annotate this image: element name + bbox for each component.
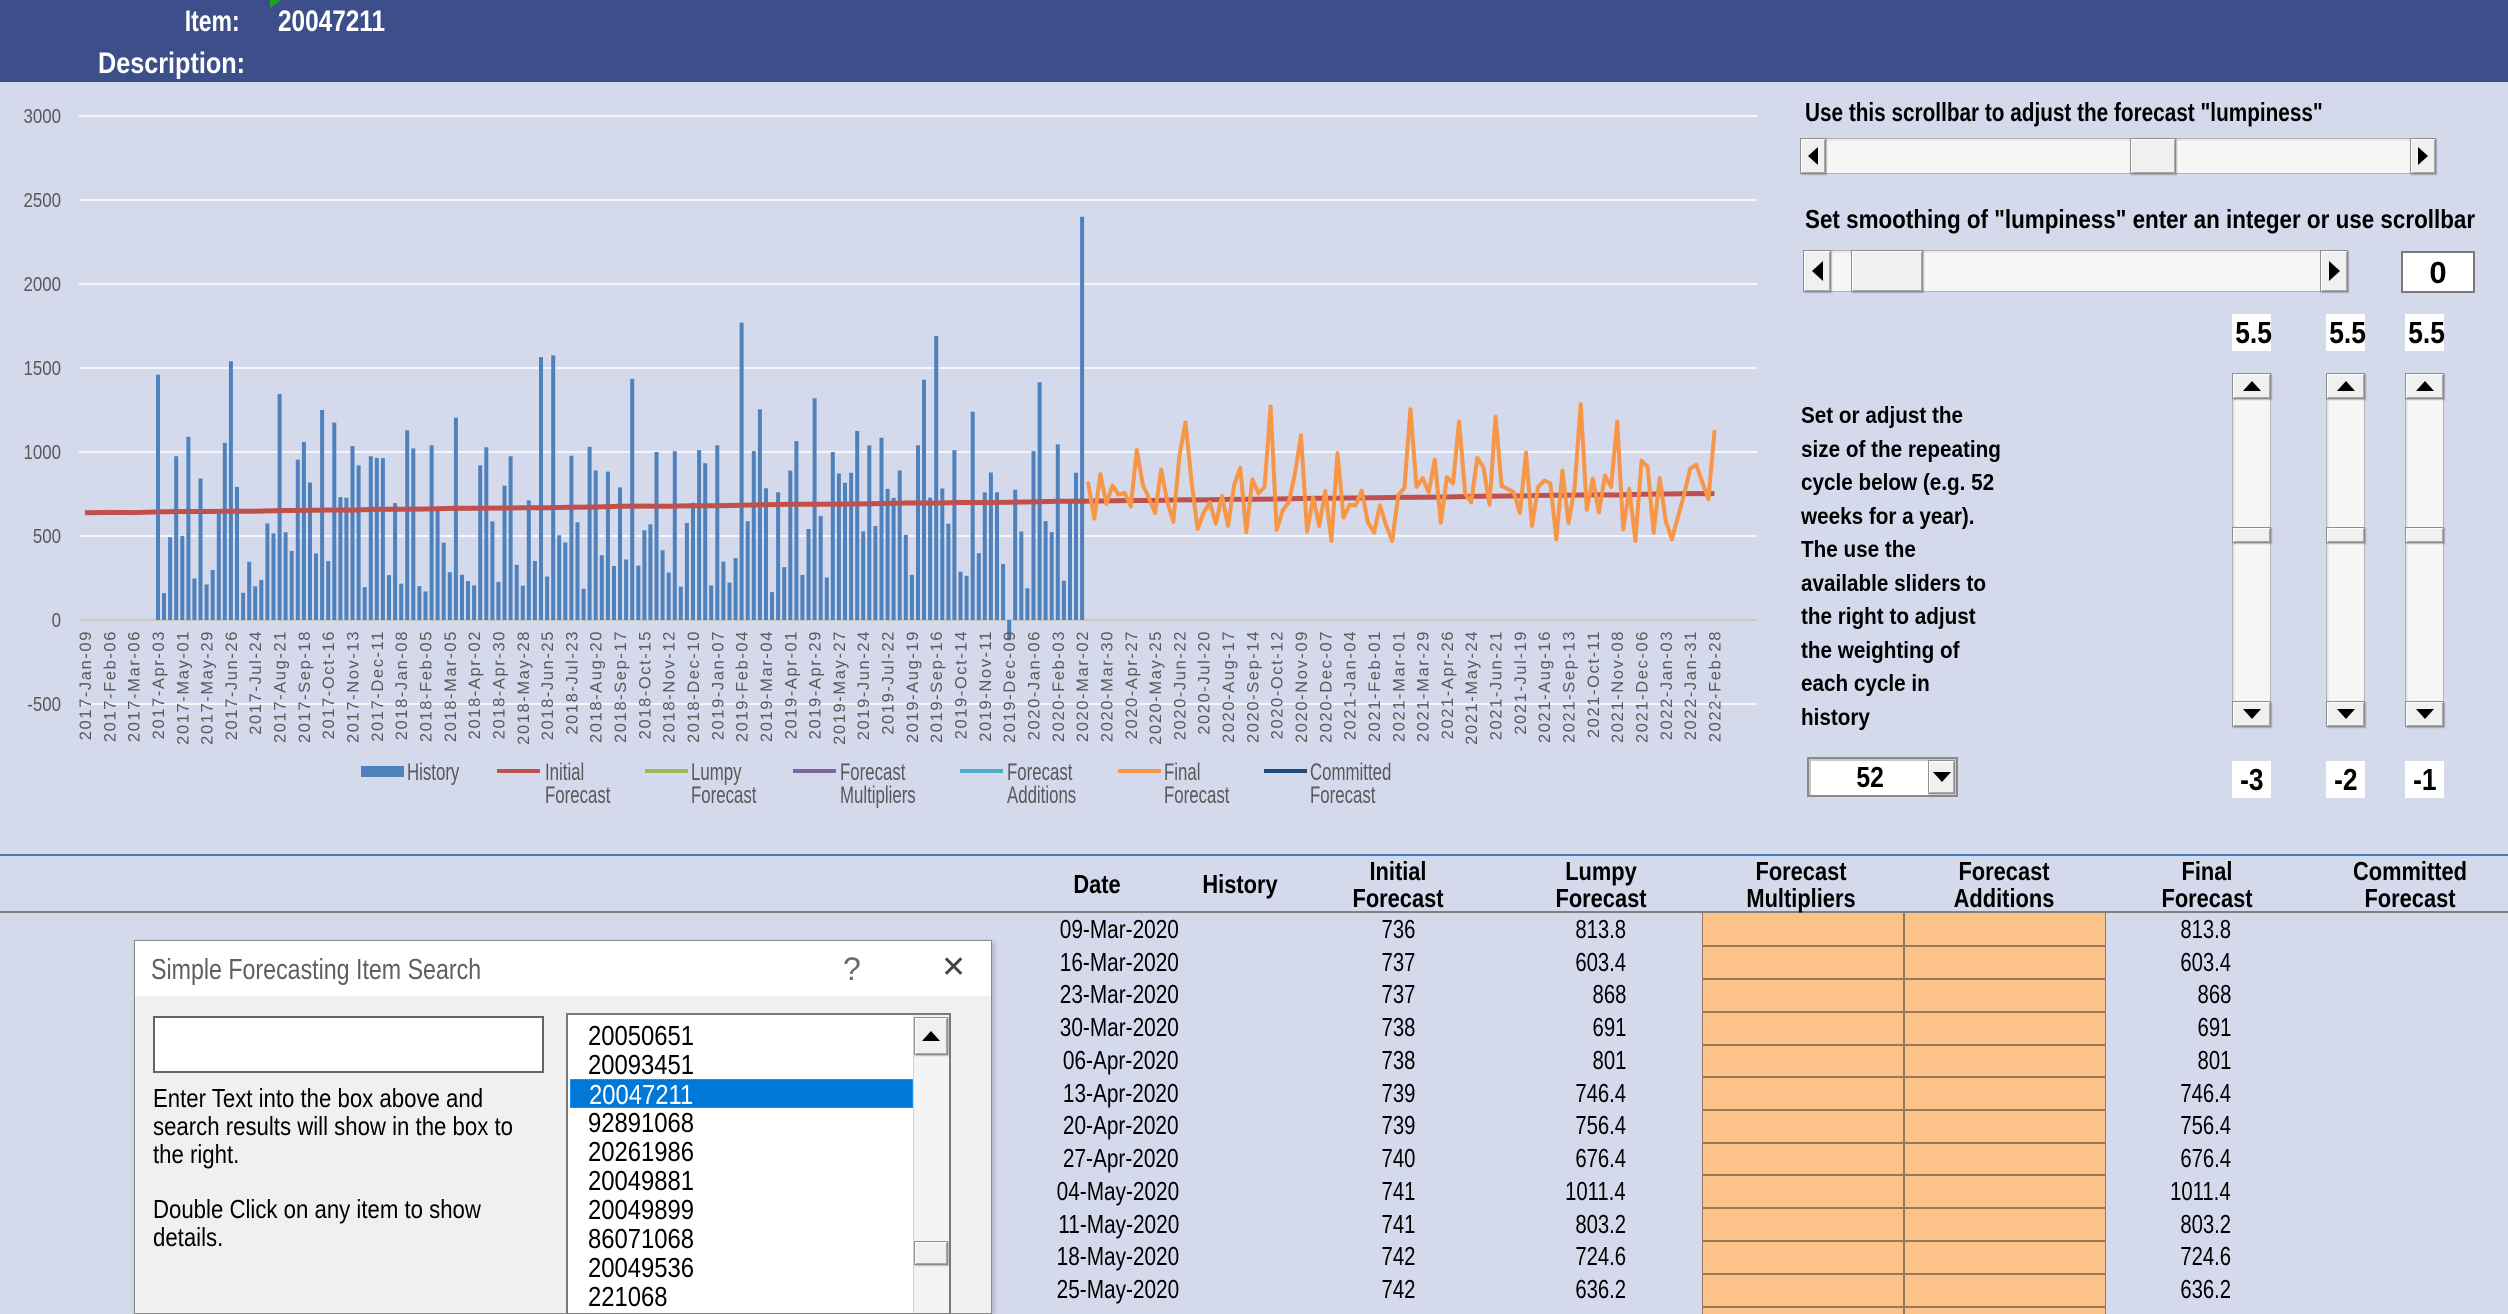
svg-text:2020-Dec-07: 2020-Dec-07 <box>1317 630 1335 743</box>
svg-text:2020-Feb-03: 2020-Feb-03 <box>1050 630 1068 742</box>
svg-text:2020-Mar-02: 2020-Mar-02 <box>1074 630 1092 742</box>
svg-text:1000: 1000 <box>24 441 61 464</box>
svg-text:2019-Feb-04: 2019-Feb-04 <box>734 630 752 742</box>
svg-text:2021-Mar-29: 2021-Mar-29 <box>1415 630 1433 742</box>
svg-text:2020-Nov-09: 2020-Nov-09 <box>1293 630 1311 743</box>
svg-text:500: 500 <box>33 525 61 548</box>
svg-text:2017-Mar-06: 2017-Mar-06 <box>126 630 144 742</box>
svg-text:2017-Feb-06: 2017-Feb-06 <box>101 630 119 742</box>
svg-text:2021-Jan-04: 2021-Jan-04 <box>1342 630 1360 740</box>
svg-text:2022-Feb-28: 2022-Feb-28 <box>1706 630 1724 742</box>
svg-text:2021-Oct-11: 2021-Oct-11 <box>1585 630 1603 738</box>
svg-text:2019-Jun-24: 2019-Jun-24 <box>855 630 873 740</box>
svg-text:2021-May-24: 2021-May-24 <box>1463 630 1481 745</box>
svg-text:2019-Dec-09: 2019-Dec-09 <box>1001 630 1019 743</box>
svg-text:2019-Mar-04: 2019-Mar-04 <box>758 630 776 742</box>
svg-text:2021-Jun-21: 2021-Jun-21 <box>1488 630 1506 740</box>
svg-text:2019-Aug-19: 2019-Aug-19 <box>904 630 922 743</box>
svg-text:2017-May-01: 2017-May-01 <box>174 630 192 745</box>
svg-text:2019-Nov-11: 2019-Nov-11 <box>977 630 995 742</box>
svg-text:2020-Oct-12: 2020-Oct-12 <box>1269 630 1287 739</box>
svg-text:2018-Mar-05: 2018-Mar-05 <box>442 630 460 742</box>
svg-text:2018-Dec-10: 2018-Dec-10 <box>685 630 703 743</box>
svg-text:2017-Aug-21: 2017-Aug-21 <box>272 630 290 743</box>
svg-text:1500: 1500 <box>24 357 61 380</box>
svg-text:2020-Mar-30: 2020-Mar-30 <box>1098 630 1116 742</box>
svg-text:2018-Oct-15: 2018-Oct-15 <box>636 630 654 739</box>
svg-text:2019-Apr-29: 2019-Apr-29 <box>807 630 825 739</box>
svg-text:2018-Apr-30: 2018-Apr-30 <box>490 630 508 739</box>
svg-text:2018-Apr-02: 2018-Apr-02 <box>466 630 484 739</box>
svg-text:2021-Mar-01: 2021-Mar-01 <box>1390 630 1408 742</box>
svg-text:2021-Feb-01: 2021-Feb-01 <box>1366 630 1384 742</box>
svg-text:2018-Jan-08: 2018-Jan-08 <box>393 630 411 740</box>
svg-text:2020-Aug-17: 2020-Aug-17 <box>1220 630 1238 743</box>
svg-text:2019-May-27: 2019-May-27 <box>831 630 849 745</box>
svg-text:2019-Jan-07: 2019-Jan-07 <box>709 630 727 740</box>
svg-text:2018-May-28: 2018-May-28 <box>515 630 533 745</box>
svg-text:2500: 2500 <box>24 189 61 212</box>
svg-text:2017-Sep-18: 2017-Sep-18 <box>296 630 314 743</box>
svg-text:2020-Jan-06: 2020-Jan-06 <box>1026 630 1044 740</box>
svg-text:2017-May-29: 2017-May-29 <box>199 630 217 745</box>
svg-text:2017-Dec-11: 2017-Dec-11 <box>369 630 387 742</box>
svg-text:3000: 3000 <box>24 105 61 128</box>
svg-text:2018-Feb-05: 2018-Feb-05 <box>418 630 436 742</box>
svg-text:2020-Jun-22: 2020-Jun-22 <box>1171 630 1189 740</box>
svg-text:2000: 2000 <box>24 273 61 296</box>
svg-text:2017-Nov-13: 2017-Nov-13 <box>345 630 363 743</box>
svg-text:2019-Jul-22: 2019-Jul-22 <box>880 630 898 735</box>
svg-text:2017-Oct-16: 2017-Oct-16 <box>320 630 338 739</box>
svg-text:2018-Jun-25: 2018-Jun-25 <box>539 630 557 740</box>
svg-text:2018-Nov-12: 2018-Nov-12 <box>661 630 679 743</box>
svg-text:2017-Jan-09: 2017-Jan-09 <box>77 630 95 740</box>
svg-text:2019-Apr-01: 2019-Apr-01 <box>782 630 800 739</box>
svg-text:2018-Jul-23: 2018-Jul-23 <box>563 630 581 735</box>
svg-text:2017-Jul-24: 2017-Jul-24 <box>247 630 265 735</box>
svg-text:2021-Sep-13: 2021-Sep-13 <box>1561 630 1579 743</box>
svg-text:2021-Dec-06: 2021-Dec-06 <box>1634 630 1652 743</box>
svg-text:2022-Jan-03: 2022-Jan-03 <box>1658 630 1676 740</box>
svg-text:2019-Oct-14: 2019-Oct-14 <box>953 630 971 739</box>
svg-text:2020-Jul-20: 2020-Jul-20 <box>1196 630 1214 735</box>
svg-text:2020-Sep-14: 2020-Sep-14 <box>1244 630 1262 743</box>
svg-text:-500: -500 <box>27 693 61 716</box>
svg-text:2021-Aug-16: 2021-Aug-16 <box>1536 630 1554 743</box>
svg-text:2021-Jul-19: 2021-Jul-19 <box>1512 630 1530 735</box>
svg-text:2021-Nov-08: 2021-Nov-08 <box>1609 630 1627 743</box>
svg-text:2020-May-25: 2020-May-25 <box>1147 630 1165 745</box>
svg-text:0: 0 <box>52 609 61 632</box>
svg-text:2022-Jan-31: 2022-Jan-31 <box>1682 630 1700 740</box>
svg-text:2018-Aug-20: 2018-Aug-20 <box>588 630 606 743</box>
svg-text:2017-Apr-03: 2017-Apr-03 <box>150 630 168 739</box>
svg-text:2017-Jun-26: 2017-Jun-26 <box>223 630 241 740</box>
svg-text:2018-Sep-17: 2018-Sep-17 <box>612 630 630 743</box>
svg-text:2019-Sep-16: 2019-Sep-16 <box>928 630 946 743</box>
svg-text:2020-Apr-27: 2020-Apr-27 <box>1123 630 1141 739</box>
svg-text:2021-Apr-26: 2021-Apr-26 <box>1439 630 1457 739</box>
